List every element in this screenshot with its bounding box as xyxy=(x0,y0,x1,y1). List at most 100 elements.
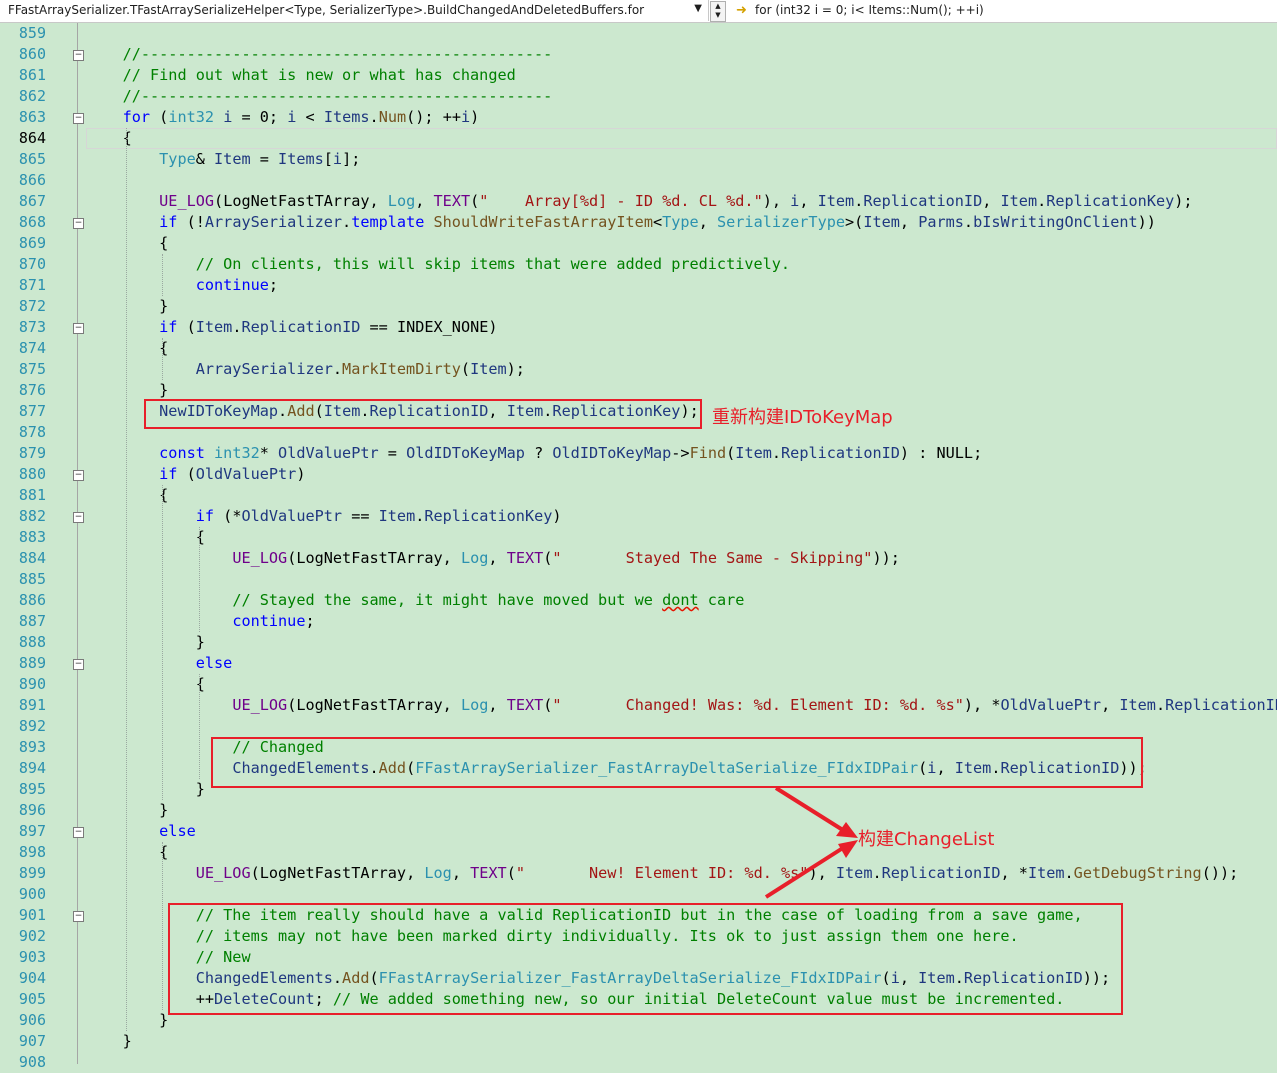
code-line[interactable]: UE_LOG(LogNetFastTArray, Log, TEXT(" Cha… xyxy=(86,695,1277,716)
code-text: UE_LOG(LogNetFastTArray, Log, TEXT(" New… xyxy=(195,864,1239,882)
line-number: 861 xyxy=(18,66,46,84)
collapse-icon[interactable]: − xyxy=(73,512,84,523)
line-number: 872 xyxy=(18,297,46,315)
code-line[interactable]: { xyxy=(86,338,1277,359)
code-text: } xyxy=(86,1032,132,1050)
line-number: 879 xyxy=(18,444,46,462)
highlight-box-new xyxy=(168,903,1123,1015)
code-line[interactable]: else xyxy=(86,821,1277,842)
code-line[interactable]: } xyxy=(86,296,1277,317)
line-number-gutter: 859 860 861 862 863 864 865 866 867 868 869 870 871 8… xyxy=(0,23,56,1071)
code-line[interactable] xyxy=(86,569,1277,590)
code-line[interactable]: } xyxy=(86,800,1277,821)
code-line[interactable]: //--------------------------------------… xyxy=(86,86,1277,107)
line-number: 880 xyxy=(18,465,46,483)
code-line[interactable]: ArraySerializer.MarkItemDirty(Item); xyxy=(86,359,1277,380)
code-line[interactable] xyxy=(86,170,1277,191)
code-line[interactable]: { xyxy=(86,674,1277,695)
line-number: 871 xyxy=(18,276,46,294)
line-number: 866 xyxy=(18,171,46,189)
collapse-icon[interactable]: − xyxy=(73,659,84,670)
line-number: 885 xyxy=(18,570,46,588)
line-number: 899 xyxy=(18,864,46,882)
line-number: 881 xyxy=(18,486,46,504)
chevron-down-icon[interactable]: ▼ xyxy=(694,3,702,14)
line-number: 908 xyxy=(18,1053,46,1071)
code-text: } xyxy=(86,780,205,798)
line-number: 865 xyxy=(18,150,46,168)
code-line[interactable]: continue; xyxy=(86,275,1277,296)
line-number: 897 xyxy=(18,822,46,840)
code-line[interactable]: continue; xyxy=(86,611,1277,632)
collapse-icon[interactable]: − xyxy=(73,50,84,61)
indent-guide xyxy=(126,128,127,1031)
code-text: { xyxy=(86,234,169,252)
code-line[interactable]: // On clients, this will skip items that… xyxy=(86,254,1277,275)
code-line[interactable]: } xyxy=(86,380,1277,401)
navigation-bar: FFastArraySerializer.TFastArraySerialize… xyxy=(0,0,1277,23)
line-number: 868 xyxy=(18,213,46,231)
scope-spinner[interactable]: ▲ ▼ xyxy=(710,1,726,22)
line-number: 891 xyxy=(18,696,46,714)
code-text: // Find out what is new or what has chan… xyxy=(122,66,516,84)
code-line[interactable]: for (int32 i = 0; i < Items.Num(); ++i) xyxy=(86,107,1277,128)
code-line[interactable]: } xyxy=(86,632,1277,653)
line-number: 894 xyxy=(18,759,46,777)
code-line[interactable]: } xyxy=(86,1031,1277,1052)
line-number: 904 xyxy=(18,969,46,987)
code-text: else xyxy=(195,654,233,672)
line-number: 903 xyxy=(18,948,46,966)
code-text: } xyxy=(86,801,169,819)
collapse-icon[interactable]: − xyxy=(73,470,84,481)
code-line[interactable]: if (*OldValuePtr == Item.ReplicationKey) xyxy=(86,506,1277,527)
code-line[interactable]: // Find out what is new or what has chan… xyxy=(86,65,1277,86)
code-line[interactable]: { xyxy=(86,233,1277,254)
code-text: else xyxy=(159,822,196,840)
code-line[interactable]: Type& Item = Items[i]; xyxy=(86,149,1277,170)
code-text: ArraySerializer.MarkItemDirty(Item); xyxy=(195,360,525,378)
line-number: 870 xyxy=(18,255,46,273)
collapse-icon[interactable]: − xyxy=(73,911,84,922)
code-line[interactable] xyxy=(86,1052,1277,1064)
code-line[interactable] xyxy=(86,884,1277,905)
collapse-icon[interactable]: − xyxy=(73,323,84,334)
line-number: 862 xyxy=(18,87,46,105)
code-line[interactable] xyxy=(86,23,1277,44)
code-line[interactable]: else xyxy=(86,653,1277,674)
code-line[interactable]: // Stayed the same, it might have moved … xyxy=(86,590,1277,611)
member-dropdown[interactable]: ➜ for (int32 i = 0; i< Items::Num(); ++i… xyxy=(730,0,1277,21)
code-line[interactable]: { xyxy=(86,842,1277,863)
code-line[interactable]: UE_LOG(LogNetFastTArray, Log, TEXT(" New… xyxy=(86,863,1277,884)
line-number: 890 xyxy=(18,675,46,693)
line-number: 882 xyxy=(18,507,46,525)
indent-guide xyxy=(162,485,163,800)
indent-guide xyxy=(162,338,163,380)
line-number: 860 xyxy=(18,45,46,63)
line-number: 889 xyxy=(18,654,46,672)
code-line[interactable]: if (Item.ReplicationID == INDEX_NONE) xyxy=(86,317,1277,338)
code-line[interactable] xyxy=(86,716,1277,737)
code-text: { xyxy=(86,129,132,147)
line-number: 901 xyxy=(18,906,46,924)
code-line[interactable]: { xyxy=(86,485,1277,506)
code-text: { xyxy=(86,675,205,693)
code-line[interactable]: { xyxy=(86,128,1277,149)
code-line[interactable]: if (OldValuePtr) xyxy=(86,464,1277,485)
collapse-icon[interactable]: − xyxy=(73,218,84,229)
code-line[interactable]: //--------------------------------------… xyxy=(86,44,1277,65)
arrow-right-icon: ➜ xyxy=(736,3,747,18)
code-line[interactable]: const int32* OldValuePtr = OldIDToKeyMap… xyxy=(86,443,1277,464)
collapse-icon[interactable]: − xyxy=(73,113,84,124)
code-line[interactable]: { xyxy=(86,527,1277,548)
collapse-icon[interactable]: − xyxy=(73,827,84,838)
line-number: 863 xyxy=(18,108,46,126)
code-line[interactable]: UE_LOG(LogNetFastTArray, Log, TEXT(" Sta… xyxy=(86,548,1277,569)
line-number: 888 xyxy=(18,633,46,651)
indent-guide xyxy=(199,674,200,779)
code-text: UE_LOG(LogNetFastTArray, Log, TEXT(" Sta… xyxy=(232,549,900,567)
scope-dropdown[interactable]: FFastArraySerializer.TFastArraySerialize… xyxy=(0,0,709,21)
code-line[interactable]: UE_LOG(LogNetFastTArray, Log, TEXT(" Arr… xyxy=(86,191,1277,212)
line-number: 907 xyxy=(18,1032,46,1050)
code-line[interactable]: if (!ArraySerializer.template ShouldWrit… xyxy=(86,212,1277,233)
code-text: { xyxy=(86,486,169,504)
